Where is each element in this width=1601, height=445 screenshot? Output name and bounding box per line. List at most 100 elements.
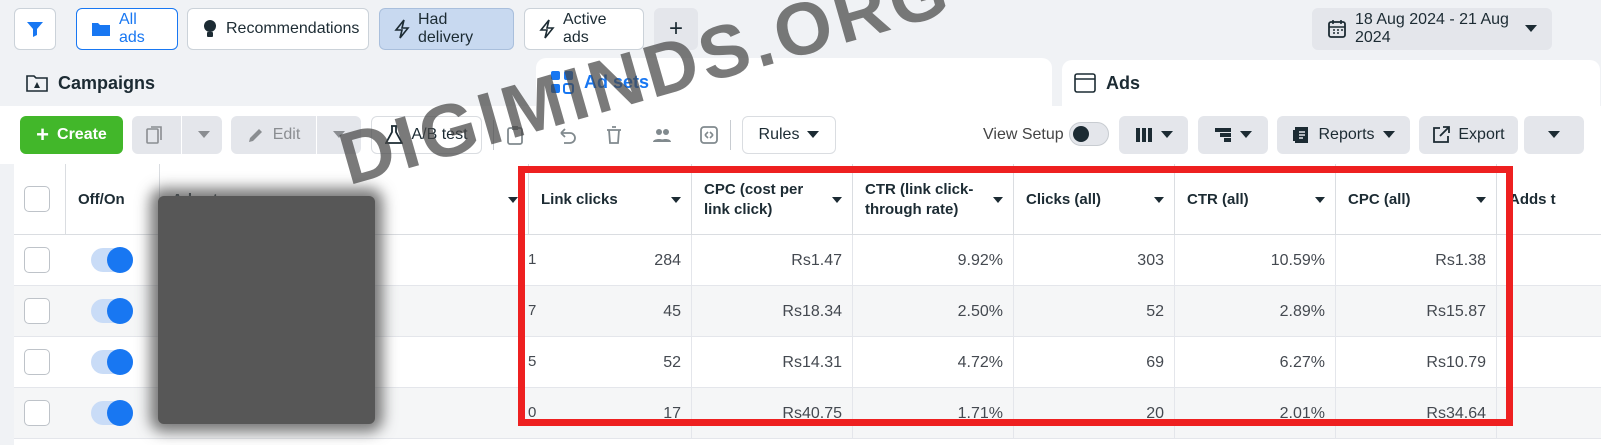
column-header-cpc-link[interactable]: CPC (cost per link click)	[692, 164, 853, 235]
filter-button[interactable]	[14, 8, 56, 50]
export-button[interactable]: Export	[1419, 116, 1518, 154]
filter-recommendations[interactable]: Recommendations	[187, 8, 369, 50]
sort-caret-icon	[993, 197, 1003, 203]
column-label: Off/On	[78, 190, 125, 208]
more-options-button[interactable]	[1524, 116, 1584, 154]
ctr-all-cell: 6.27%	[1175, 337, 1336, 388]
trash-icon[interactable]	[604, 125, 624, 145]
column-label: Link clicks	[541, 190, 618, 208]
view-setup-toggle[interactable]	[1069, 122, 1109, 146]
ctr-link-cell: 2.50%	[853, 286, 1014, 337]
create-label: Create	[57, 126, 107, 143]
sort-caret-icon	[1154, 197, 1164, 203]
lightning-icon	[394, 19, 410, 39]
row-checkbox[interactable]	[24, 400, 50, 426]
edit-label: Edit	[272, 126, 301, 143]
columns-icon	[1135, 128, 1152, 142]
sort-caret-icon	[1315, 197, 1325, 203]
column-label: CTR (all)	[1187, 190, 1249, 208]
campaign-folder-icon	[26, 75, 48, 92]
caret-down-icon	[1525, 25, 1537, 32]
row-checkbox[interactable]	[24, 298, 50, 324]
toolbar: + Create Edit A/B test Rules View Setup …	[0, 106, 1601, 164]
tab-ad-sets[interactable]: Ad sets	[536, 58, 1052, 106]
cpc-all-cell: Rs1.38	[1336, 235, 1497, 286]
view-setup-label: View Setup	[983, 126, 1064, 143]
reports-button[interactable]: Reports	[1277, 116, 1410, 154]
tab-ads[interactable]: Ads	[1062, 60, 1600, 106]
lightbulb-icon	[204, 20, 216, 37]
breakdown-button[interactable]	[1198, 116, 1268, 154]
filter-had-delivery[interactable]: Had delivery	[379, 8, 514, 50]
row-checkbox[interactable]	[24, 349, 50, 375]
column-header-cpc-all[interactable]: CPC (all)	[1336, 164, 1497, 235]
filter-active-ads[interactable]: Active ads	[524, 8, 644, 50]
columns-button[interactable]	[1119, 116, 1188, 154]
cpc-all-cell: Rs34.64	[1336, 388, 1497, 439]
duplicate-icon	[145, 126, 162, 144]
rules-button[interactable]: Rules	[742, 116, 836, 154]
delivery-toggle[interactable]	[91, 400, 133, 426]
select-all-cell	[14, 164, 66, 235]
column-header-link-clicks[interactable]: Link clicks	[529, 164, 692, 235]
reports-icon	[1293, 127, 1309, 143]
filter-active-ads-label: Active ads	[563, 11, 607, 46]
date-range-picker[interactable]: 18 Aug 2024 - 21 Aug 2024	[1312, 8, 1552, 50]
cpc-link-cell: Rs1.47	[692, 235, 853, 286]
select-all-checkbox[interactable]	[24, 186, 50, 212]
plus-icon: +	[36, 122, 50, 147]
caret-down-icon	[1240, 131, 1252, 138]
date-range-label: 18 Aug 2024 - 21 Aug 2024	[1355, 11, 1509, 46]
caret-down-icon	[1382, 131, 1395, 138]
create-button[interactable]: + Create	[20, 116, 123, 154]
filter-recommendations-label: Recommendations	[226, 20, 360, 37]
people-icon[interactable]	[652, 125, 672, 145]
column-header-ctr-all[interactable]: CTR (all)	[1175, 164, 1336, 235]
delivery-toggle[interactable]	[91, 247, 133, 273]
duplicate-button[interactable]	[132, 116, 222, 154]
tab-ad-sets-label: Ad sets	[584, 71, 650, 92]
undo-icon[interactable]	[557, 125, 577, 145]
filter-all-ads[interactable]: All ads	[76, 8, 178, 50]
column-label: Clicks (all)	[1026, 190, 1102, 208]
delivery-toggle[interactable]	[91, 349, 133, 375]
column-label: CPC (cost per link click)	[704, 180, 804, 218]
lightning-icon	[539, 19, 555, 39]
column-header-off-on[interactable]: Off/On	[66, 164, 160, 235]
tab-campaigns-label: Campaigns	[58, 72, 156, 93]
column-header-adds-to[interactable]: Adds t	[1497, 164, 1601, 235]
link-clicks-cell: 45	[529, 286, 692, 337]
column-label: CTR (link click-through rate)	[865, 180, 974, 218]
level-tabs: Campaigns Ad sets Ads	[0, 58, 1601, 106]
tab-campaigns[interactable]: Campaigns	[26, 60, 155, 106]
reports-label: Reports	[1318, 126, 1375, 143]
clipboard-icon[interactable]	[505, 125, 525, 145]
caret-down-icon	[1160, 131, 1173, 138]
ctr-all-cell: 2.01%	[1175, 388, 1336, 439]
breakdown-icon	[1215, 128, 1231, 142]
sort-caret-icon	[508, 197, 518, 203]
caret-down-icon	[197, 131, 210, 138]
caret-down-icon	[807, 131, 820, 138]
edit-button[interactable]: Edit	[231, 116, 361, 154]
add-filter-button[interactable]: +	[654, 8, 698, 50]
tab-ads-label: Ads	[1106, 72, 1141, 93]
link-clicks-cell: 17	[529, 388, 692, 439]
delivery-toggle[interactable]	[91, 298, 133, 324]
column-header-clicks-all[interactable]: Clicks (all)	[1014, 164, 1175, 235]
flask-icon	[385, 125, 404, 144]
link-clicks-cell: 284	[529, 235, 692, 286]
caret-down-icon	[1548, 131, 1560, 138]
row-checkbox[interactable]	[24, 247, 50, 273]
column-label: Adds t	[1509, 190, 1556, 208]
ab-test-button[interactable]: A/B test	[371, 116, 482, 154]
preview-icon[interactable]	[699, 125, 719, 145]
filter-icon	[27, 22, 43, 37]
sort-caret-icon	[671, 197, 681, 203]
export-icon	[1433, 126, 1451, 143]
toolbar-divider	[493, 120, 494, 150]
toolbar-divider	[730, 120, 731, 150]
cpc-link-cell: Rs40.75	[692, 388, 853, 439]
sort-caret-icon	[832, 197, 842, 203]
column-header-ctr-link[interactable]: CTR (link click-through rate)	[853, 164, 1014, 235]
